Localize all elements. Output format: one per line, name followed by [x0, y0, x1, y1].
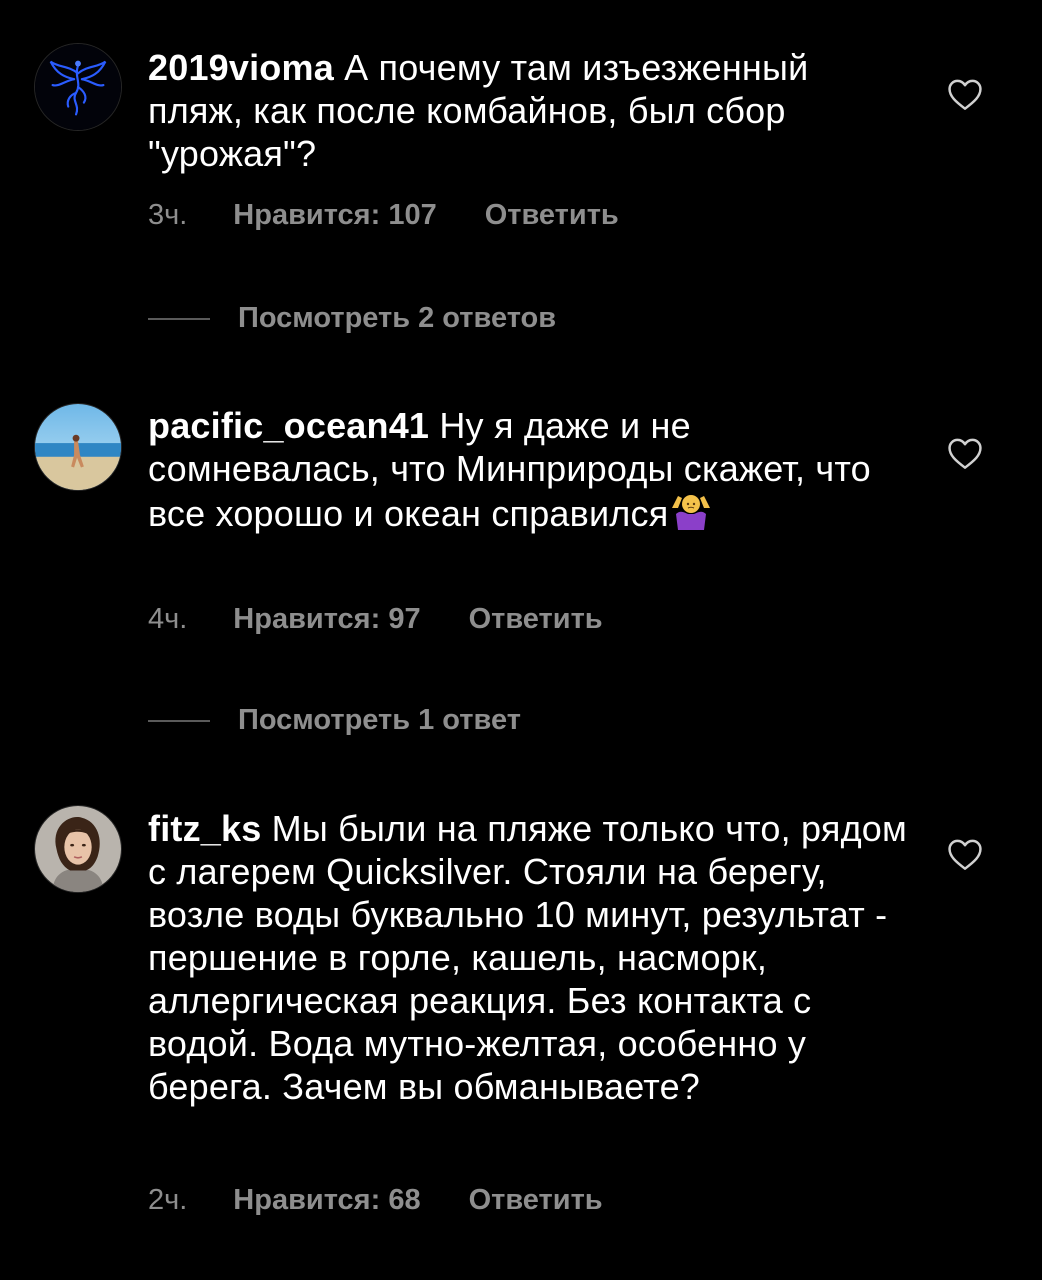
- comment-body: Мы были на пляже только что, рядом с лаг…: [148, 808, 907, 1107]
- likes-count-button[interactable]: Нравится: 97: [233, 603, 420, 636]
- comment-text: pacific_ocean41 Ну я даже и не сомневала…: [148, 404, 908, 535]
- person-shrugging-emoji-icon: [668, 490, 714, 530]
- comment-username[interactable]: 2019vioma: [148, 47, 334, 88]
- avatar[interactable]: [34, 805, 122, 893]
- heart-icon[interactable]: [946, 837, 984, 871]
- comment-text: fitz_ks Мы были на пляже только что, ряд…: [148, 807, 908, 1108]
- beach-photo-avatar-icon: [35, 404, 121, 490]
- comment-timestamp: 3ч.: [148, 199, 188, 231]
- comment-timestamp: 4ч.: [148, 603, 188, 635]
- comment-username[interactable]: fitz_ks: [148, 808, 261, 849]
- comment-username[interactable]: pacific_ocean41: [148, 405, 429, 446]
- view-replies-button[interactable]: Посмотреть 1 ответ: [148, 704, 521, 737]
- divider-line: [148, 719, 210, 722]
- portrait-photo-avatar-icon: [35, 806, 121, 892]
- reply-button[interactable]: Ответить: [469, 603, 603, 636]
- view-replies-button[interactable]: Посмотреть 2 ответов: [148, 302, 556, 335]
- comment-meta: 3ч. Нравится: 107 Ответить: [148, 199, 619, 232]
- reply-button[interactable]: Ответить: [485, 199, 619, 232]
- comment-text: 2019vioma А почему там изъезженный пляж,…: [148, 46, 908, 175]
- comment-meta: 4ч. Нравится: 97 Ответить: [148, 603, 603, 636]
- likes-count-button[interactable]: Нравится: 107: [233, 199, 436, 232]
- divider-line: [148, 317, 210, 320]
- likes-count-button[interactable]: Нравится: 68: [233, 1184, 420, 1217]
- blue-phoenix-avatar-icon: [35, 44, 121, 130]
- view-replies-label: Посмотреть 2 ответов: [238, 302, 557, 334]
- view-replies-label: Посмотреть 1 ответ: [238, 704, 521, 736]
- heart-icon[interactable]: [946, 436, 984, 470]
- avatar[interactable]: [34, 43, 122, 131]
- heart-icon[interactable]: [946, 77, 984, 111]
- comment-meta: 2ч. Нравится: 68 Ответить: [148, 1184, 603, 1217]
- comment-timestamp: 2ч.: [148, 1184, 188, 1216]
- avatar[interactable]: [34, 403, 122, 491]
- reply-button[interactable]: Ответить: [469, 1184, 603, 1217]
